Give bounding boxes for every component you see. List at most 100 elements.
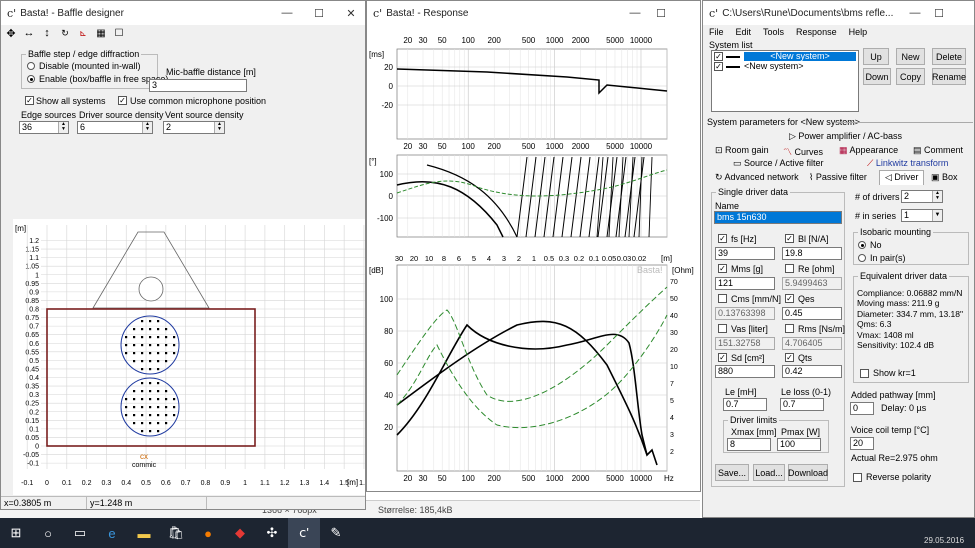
le-input[interactable]: 0.7 — [723, 398, 767, 411]
tab-source-active-filter[interactable]: ▭ Source / Active filter — [733, 158, 824, 169]
file-explorer-icon[interactable]: ▬ — [128, 518, 160, 548]
sd-checkbox[interactable]: ✓ — [718, 353, 727, 362]
bl-input[interactable]: 19.8 — [782, 247, 842, 260]
vas-checkbox[interactable] — [718, 324, 727, 333]
system-list[interactable]: ✓ <New system> ✓ <New system> — [711, 50, 859, 112]
app-dots-icon[interactable]: ✣ — [256, 518, 288, 548]
system-item-1[interactable]: ✓ <New system> — [714, 52, 858, 61]
vas-input[interactable]: 151.32758 — [715, 337, 775, 350]
mms-input[interactable]: 121 — [715, 277, 775, 290]
task-view-icon[interactable]: ▭ — [64, 518, 96, 548]
le-loss-input[interactable]: 0.7 — [780, 398, 824, 411]
paint-icon[interactable]: ✎ — [320, 518, 352, 548]
edge-sources-spinner[interactable]: 36 ▲ ▼ — [19, 121, 69, 134]
num-series-dropdown[interactable]: 1 ▼ — [901, 209, 943, 222]
sd-input[interactable]: 880 — [715, 365, 775, 378]
qes-checkbox[interactable]: ✓ — [785, 294, 794, 303]
tab-room-gain[interactable]: ⊡ Room gain — [715, 145, 769, 156]
maximize-button[interactable]: ☐ — [648, 1, 674, 25]
edge-icon[interactable]: ⊾ — [77, 27, 89, 39]
basta-icon[interactable]: ⅽ' — [288, 518, 320, 548]
cms-checkbox[interactable] — [718, 294, 727, 303]
minimize-button[interactable]: — — [622, 1, 648, 25]
menu-tools[interactable]: Tools — [763, 27, 784, 37]
cms-input[interactable]: 0.13763398 — [715, 307, 775, 320]
main-titlebar[interactable]: ⅽ' C:\Users\Rune\Documents\bms refle... … — [703, 1, 974, 25]
xmax-input[interactable]: 8 — [727, 438, 771, 451]
bl-checkbox[interactable]: ✓ — [785, 234, 794, 243]
mms-checkbox[interactable]: ✓ — [718, 264, 727, 273]
search-icon[interactable]: ○ — [32, 518, 64, 548]
rms-input[interactable]: 4.706405 — [782, 337, 842, 350]
pathway-input[interactable]: 0 — [850, 402, 874, 415]
disable-radio[interactable] — [27, 62, 35, 70]
close-button[interactable]: ✕ — [335, 1, 365, 25]
up-button[interactable]: Up — [863, 48, 889, 65]
vent-circle[interactable] — [138, 276, 164, 302]
copy-button[interactable]: Copy — [896, 68, 925, 85]
tab-curves[interactable]: 〽 Curves — [783, 145, 823, 158]
baffle-designer-window[interactable]: ⅽ' Basta! - Baffle designer — ☐ ✕ ✥ ↔ ↕ … — [0, 0, 366, 510]
minimize-button[interactable]: — — [271, 1, 303, 25]
menu-file[interactable]: File — [709, 27, 724, 37]
response-plots[interactable]: 20 30 50 100 200 500 1000 2000 5000 1000020 30 50 10… — [367, 25, 701, 491]
isobaric-no-radio[interactable] — [858, 241, 866, 249]
maximize-button[interactable]: ☐ — [303, 1, 335, 25]
tab-passive-filter[interactable]: ⌇ Passive filter — [809, 172, 867, 183]
qts-input[interactable]: 0.42 — [782, 365, 842, 378]
rename-button[interactable]: Rename — [932, 68, 966, 85]
vent-density-spinner[interactable]: 2 ▲ ▼ — [163, 121, 225, 134]
main-window[interactable]: ⅽ' C:\Users\Rune\Documents\bms refle... … — [702, 0, 975, 518]
name-input[interactable]: bms 15n630 — [714, 211, 842, 224]
show-kr-checkbox[interactable] — [860, 369, 869, 378]
rms-checkbox[interactable] — [785, 324, 794, 333]
store-icon[interactable]: 🛍 — [160, 518, 192, 548]
qts-checkbox[interactable]: ✓ — [785, 353, 794, 362]
tab-box[interactable]: ▣ Box — [931, 172, 958, 183]
menu-response[interactable]: Response — [796, 27, 837, 37]
move-vertical-icon[interactable]: ↕ — [41, 27, 53, 39]
grid-icon[interactable]: ▦ — [95, 27, 107, 39]
mic-distance-input[interactable]: 3 — [149, 79, 247, 92]
response-titlebar[interactable]: ⅽ' Basta! - Response — ☐ — [367, 1, 700, 25]
reverse-polarity-checkbox[interactable] — [853, 473, 862, 482]
tab-appearance[interactable]: ▦ Appearance — [839, 145, 898, 156]
enable-radio[interactable] — [27, 75, 35, 83]
move-both-icon[interactable]: ✥ — [5, 27, 17, 40]
maximize-button[interactable]: ☐ — [927, 1, 951, 25]
save-button[interactable]: Save... — [715, 464, 749, 481]
tab-linkwitz-transform[interactable]: ⟋ Linkwitz transform — [867, 158, 948, 169]
new-button[interactable]: New — [896, 48, 925, 65]
download-button[interactable]: Download — [788, 464, 828, 481]
edge-browser-icon[interactable]: e — [96, 518, 128, 548]
isobaric-pairs-radio[interactable] — [858, 254, 866, 262]
down-button[interactable]: Down — [863, 68, 891, 85]
menu-edit[interactable]: Edit — [736, 27, 752, 37]
driver-density-spinner[interactable]: 6 ▲ ▼ — [77, 121, 153, 134]
num-drivers-spinner[interactable]: 2 ▲ ▼ — [901, 190, 943, 203]
response-window[interactable]: ⅽ' Basta! - Response — ☐ 20 30 50 100 200 500… — [366, 0, 701, 492]
common-mic-checkbox[interactable]: ✓ — [118, 96, 127, 105]
tab-power-amplifier[interactable]: ▷ Power amplifier / AC-bass — [789, 131, 902, 142]
delete-button[interactable]: Delete — [932, 48, 966, 65]
tab-driver[interactable]: ◁ Driver — [879, 170, 925, 185]
tab-comment[interactable]: ▤ Comment — [913, 145, 963, 156]
baffle-titlebar[interactable]: ⅽ' Basta! - Baffle designer — ☐ ✕ — [1, 1, 365, 25]
windows-start-icon[interactable]: ⊞ — [0, 518, 32, 548]
vc-temp-input[interactable]: 20 — [850, 437, 874, 450]
fs-checkbox[interactable]: ✓ — [718, 234, 727, 243]
rotate-icon[interactable]: ↻ — [59, 27, 71, 39]
mic-cross-icon[interactable]: cx — [140, 452, 148, 461]
firefox-icon[interactable]: ● — [192, 518, 224, 548]
pmax-input[interactable]: 100 — [777, 438, 821, 451]
rectangle-icon[interactable]: ☐ — [113, 27, 125, 39]
app-red-icon[interactable]: ◆ — [224, 518, 256, 548]
show-all-checkbox[interactable]: ✓ — [25, 96, 34, 105]
re-checkbox[interactable] — [785, 264, 794, 273]
tab-advanced-network[interactable]: ↻ Advanced network — [715, 172, 799, 183]
load-button[interactable]: Load... — [753, 464, 785, 481]
baffle-plot[interactable]: 1.21.151.11.0510.950.90.850.80.750.70.65… — [13, 219, 366, 495]
menu-help[interactable]: Help — [849, 27, 868, 37]
fs-input[interactable]: 39 — [715, 247, 775, 260]
system-item-2[interactable]: ✓ <New system> — [714, 62, 858, 71]
